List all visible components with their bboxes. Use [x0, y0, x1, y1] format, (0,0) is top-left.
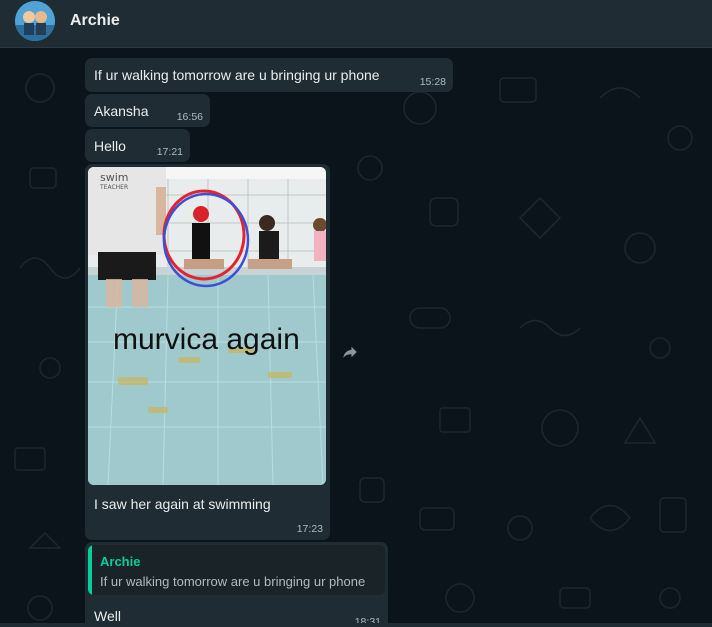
message-image[interactable]: swim TEACHER murvica again: [88, 167, 326, 485]
message-time: 17:21: [156, 146, 183, 158]
chat-header[interactable]: Archie: [0, 0, 712, 48]
contact-name[interactable]: Archie: [70, 12, 120, 30]
reply-message-bubble[interactable]: Archie If ur walking tomorrow are u brin…: [85, 542, 388, 627]
chat-window: Archie If ur walking tomorrow are u brin…: [0, 0, 712, 627]
forward-arrow-icon: [343, 346, 357, 358]
contact-avatar[interactable]: [15, 1, 55, 41]
message-bubble[interactable]: Hello 17:21: [85, 129, 190, 162]
forward-button[interactable]: [338, 340, 362, 364]
quoted-text: If ur walking tomorrow are u bringing ur…: [100, 574, 366, 589]
message-bubble[interactable]: If ur walking tomorrow are u bringing ur…: [85, 58, 453, 92]
message-time: 17:23: [296, 523, 323, 535]
message-text: Akansha: [94, 103, 149, 119]
message-text: I saw her again at swimming: [94, 496, 271, 512]
shirt-logo-text: swim: [100, 171, 129, 184]
image-message-bubble[interactable]: swim TEACHER murvica again I saw her aga…: [85, 164, 330, 540]
message-text: Hello: [94, 138, 126, 154]
image-overlay-text: murvica again: [113, 323, 300, 356]
message-time: 16:56: [176, 111, 203, 123]
composer-edge: [0, 623, 712, 627]
message-text: If ur walking tomorrow are u bringing ur…: [94, 67, 380, 83]
quote-accent-bar: [88, 545, 92, 595]
quoted-author: Archie: [100, 554, 141, 569]
shirt-logo-subtext: TEACHER: [99, 184, 128, 191]
message-bubble[interactable]: Akansha 16:56: [85, 94, 210, 127]
message-time: 15:28: [419, 76, 446, 88]
quoted-message[interactable]: Archie If ur walking tomorrow are u brin…: [88, 545, 385, 595]
message-text: Well: [94, 608, 121, 624]
pool-photo: swim TEACHER murvica again: [88, 167, 326, 485]
